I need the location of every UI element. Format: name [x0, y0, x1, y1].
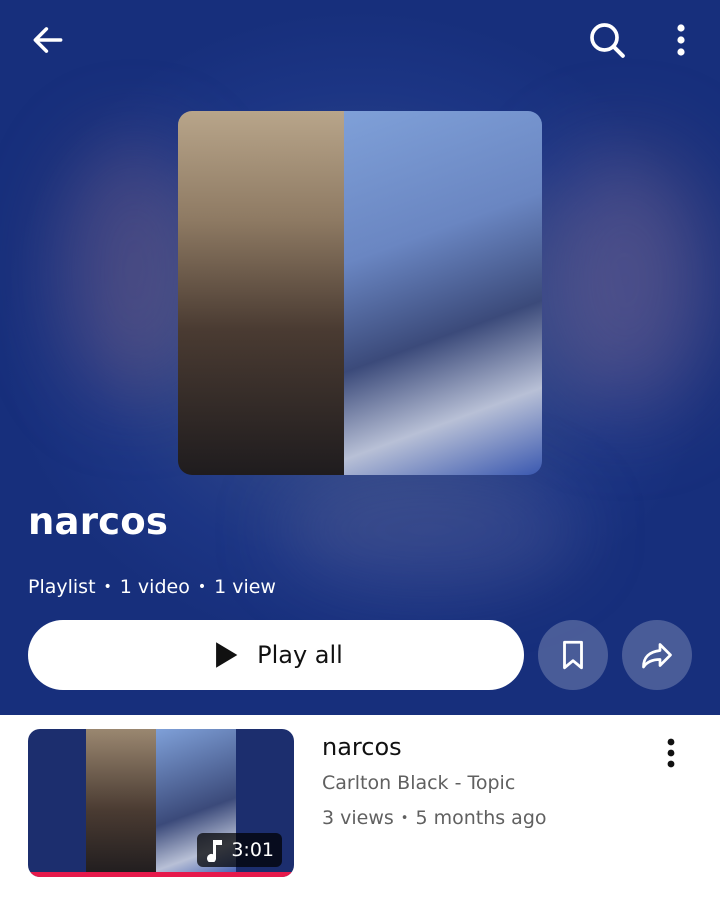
video-thumbnail[interactable]: 3:01: [28, 729, 294, 877]
separator-dot: •: [197, 579, 207, 595]
playlist-meta: Playlist • 1 video • 1 view: [28, 576, 276, 598]
save-playlist-button[interactable]: [538, 620, 608, 690]
back-button[interactable]: [26, 18, 70, 62]
video-views: 3 views: [322, 807, 394, 829]
play-all-label: Play all: [257, 641, 343, 669]
video-stats: 3 views • 5 months ago: [322, 807, 547, 829]
video-more-options-button[interactable]: [652, 731, 690, 775]
arrow-left-icon: [33, 27, 63, 53]
video-channel: Carlton Black - Topic: [322, 772, 516, 794]
more-vert-icon: [667, 738, 675, 768]
watch-progress-bar: [28, 872, 294, 877]
playlist-cover-image: [178, 111, 542, 475]
more-options-button[interactable]: [662, 17, 700, 63]
share-icon: [642, 643, 672, 669]
cover-image-left: [178, 111, 344, 475]
duration-badge: 3:01: [197, 833, 282, 867]
play-all-button[interactable]: Play all: [28, 620, 524, 690]
bookmark-icon: [563, 640, 583, 670]
playlist-title: narcos: [28, 500, 169, 543]
video-list: 3:01 narcos Carlton Black - Topic 3 view…: [0, 715, 720, 910]
separator-dot: •: [400, 810, 409, 826]
thumbnail-image-left: [86, 729, 156, 877]
search-button[interactable]: [584, 17, 630, 63]
search-icon: [590, 23, 625, 58]
share-button[interactable]: [622, 620, 692, 690]
cover-image-right: [344, 111, 542, 475]
video-count: 1 video: [119, 576, 190, 598]
video-age: 5 months ago: [415, 807, 547, 829]
view-count: 1 view: [214, 576, 276, 598]
more-vert-icon: [677, 24, 685, 56]
music-note-icon: [207, 840, 223, 862]
video-title[interactable]: narcos: [322, 733, 402, 761]
background-glow: [280, 470, 580, 590]
background-glow: [540, 150, 710, 410]
playlist-header: narcos Playlist • 1 video • 1 view Play …: [0, 0, 720, 715]
playlist-type: Playlist: [28, 576, 96, 598]
video-duration: 3:01: [231, 839, 274, 861]
separator-dot: •: [103, 579, 112, 595]
play-icon: [216, 642, 238, 668]
